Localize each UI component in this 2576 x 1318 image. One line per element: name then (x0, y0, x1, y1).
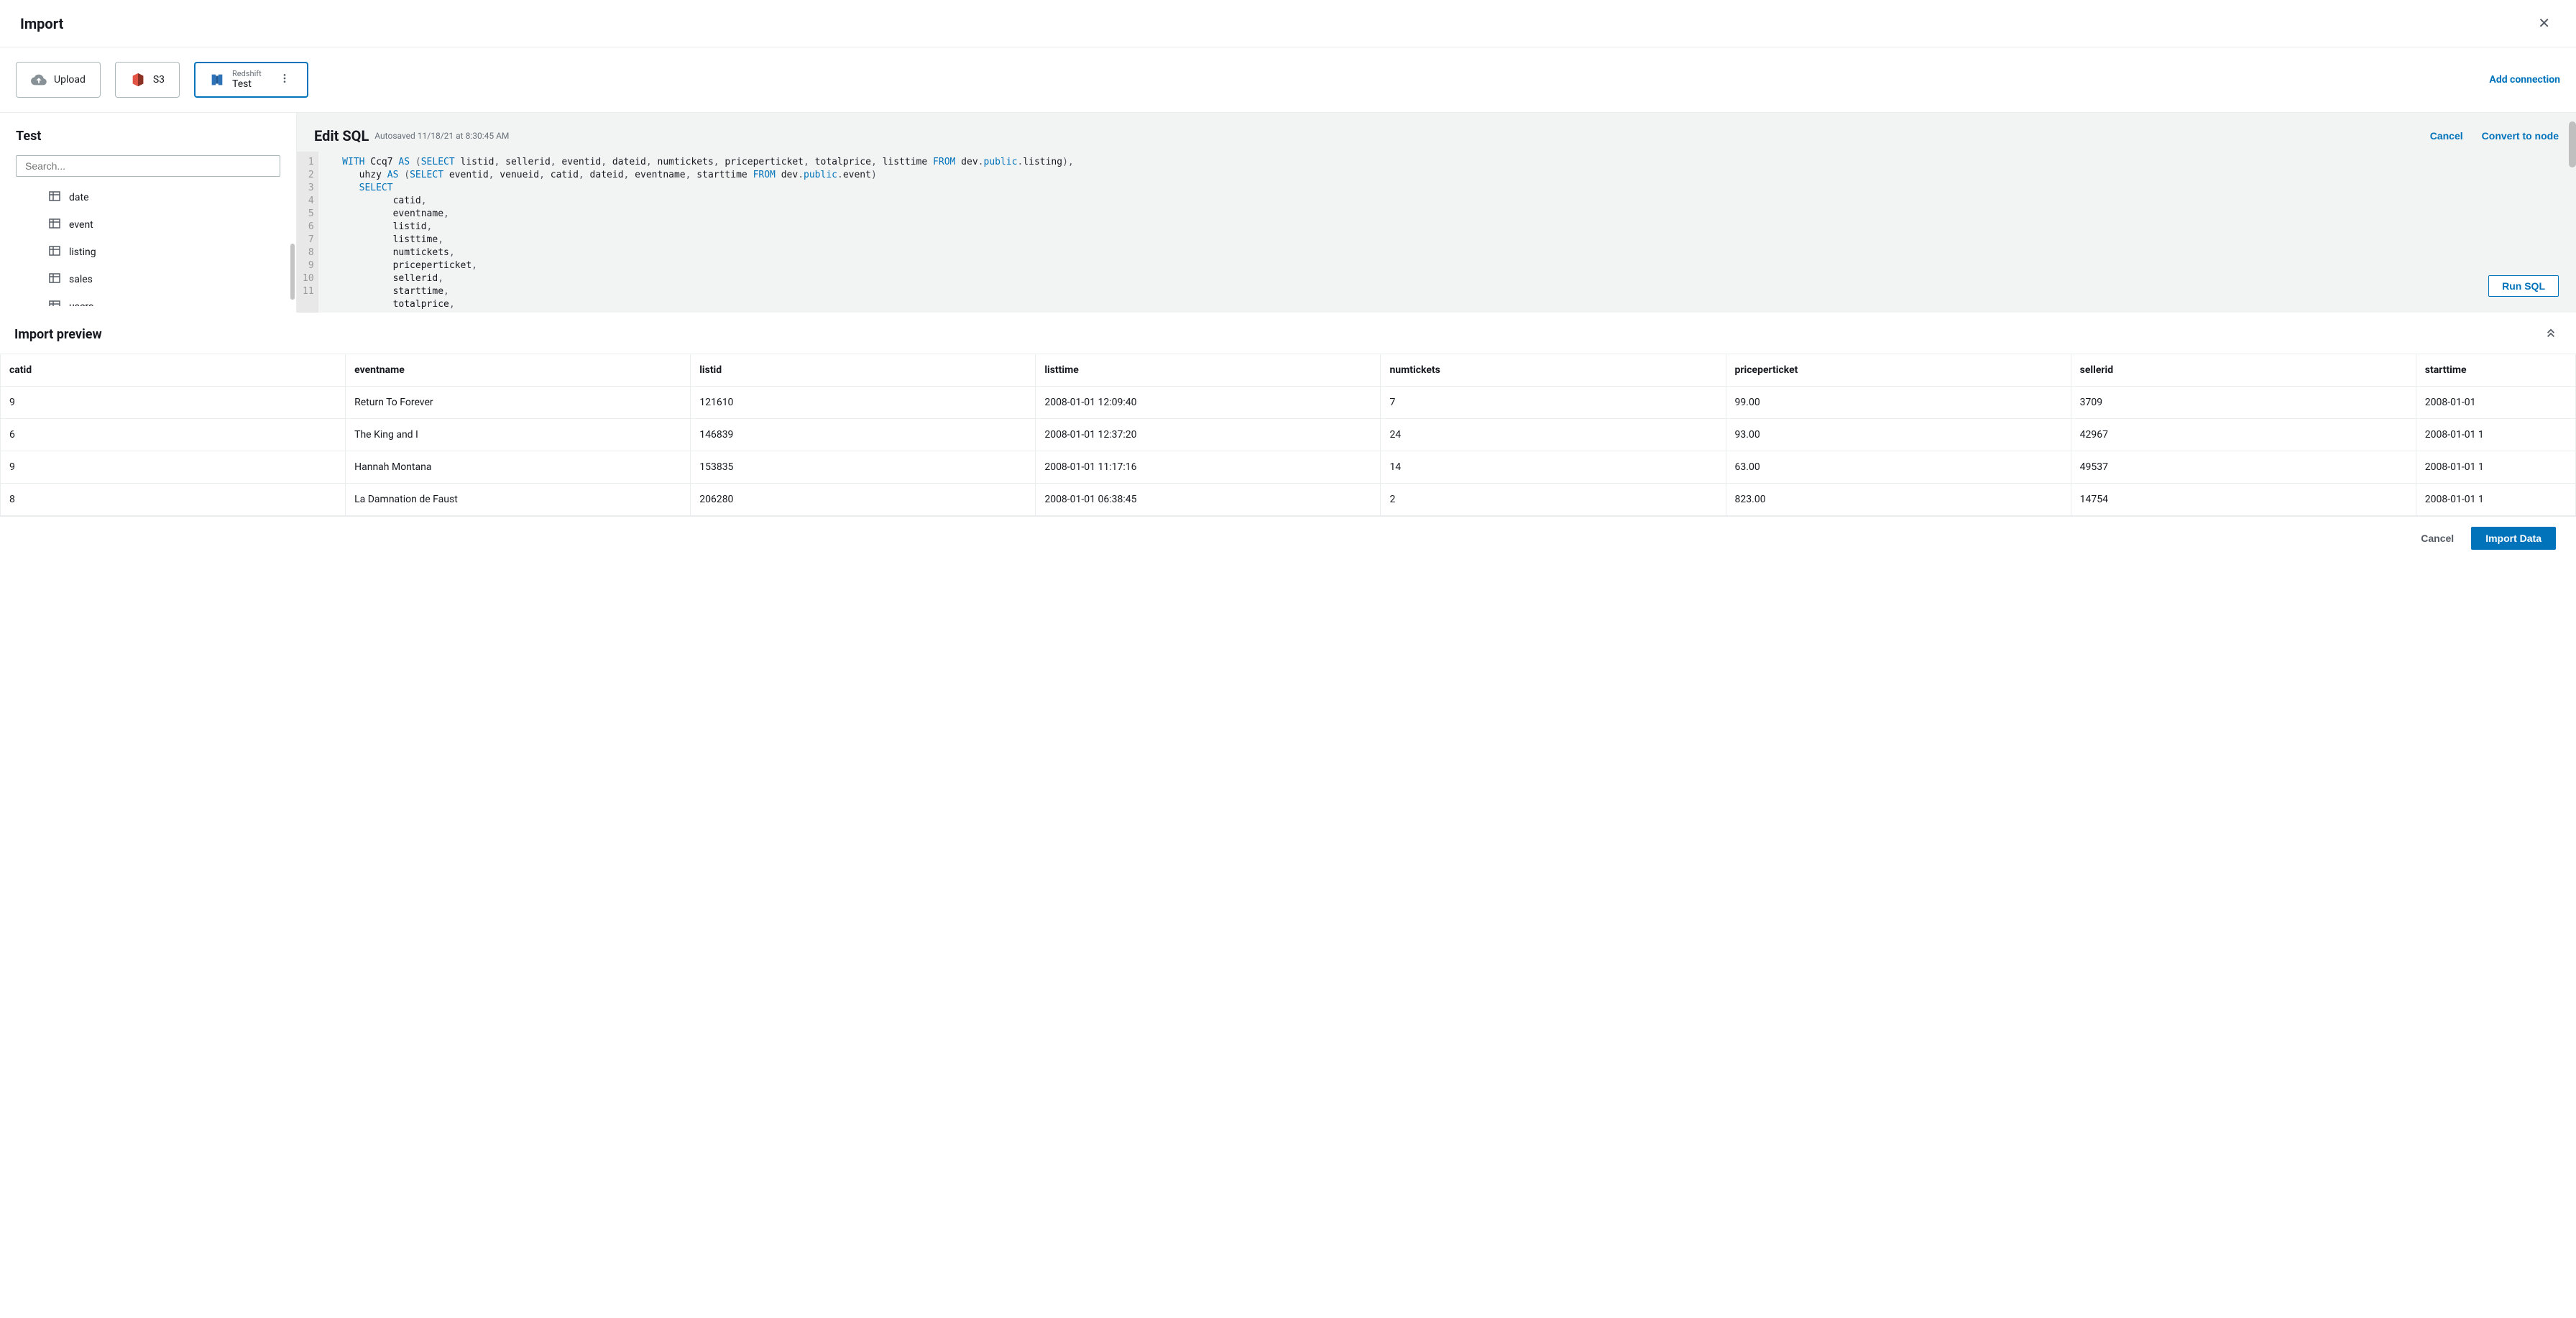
footer-cancel-button[interactable]: Cancel (2421, 533, 2454, 544)
table-item-date[interactable]: date (16, 184, 280, 211)
preview-title: Import preview (14, 327, 102, 342)
table-header-row: catid eventname listid listtime numticke… (1, 354, 2576, 387)
table-row[interactable]: 6The King and I1468392008-01-01 12:37:20… (1, 419, 2576, 451)
source-upload-label: Upload (54, 74, 86, 86)
col-header[interactable]: catid (1, 354, 346, 387)
source-s3[interactable]: S3 (115, 62, 180, 98)
table-icon (49, 191, 60, 204)
col-header[interactable]: eventname (346, 354, 691, 387)
table-item-label: event (69, 219, 93, 231)
table-list[interactable]: date event listing sales users (16, 184, 280, 306)
kebab-icon[interactable] (276, 70, 293, 90)
run-sql-button[interactable]: Run SQL (2488, 275, 2559, 297)
table-item-label: users (69, 301, 93, 306)
preview-table: catid eventname listid listtime numticke… (0, 354, 2576, 516)
col-header[interactable]: priceperticket (1726, 354, 2071, 387)
convert-to-node-button[interactable]: Convert to node (2482, 130, 2559, 142)
table-item-users[interactable]: users (16, 293, 280, 306)
modal-title: Import (20, 15, 63, 32)
import-data-button[interactable]: Import Data (2471, 527, 2556, 550)
editor-title: Edit SQL (314, 127, 369, 144)
close-button[interactable]: ✕ (2532, 11, 2556, 35)
table-icon (49, 300, 60, 306)
sql-code[interactable]: WITH Ccq7 AS (SELECT listid, sellerid, e… (318, 152, 2564, 313)
source-redshift-name: Test (232, 78, 262, 91)
search-input[interactable] (16, 155, 280, 177)
add-connection-link[interactable]: Add connection (2489, 74, 2560, 86)
sql-editor[interactable]: 1234567891011 WITH Ccq7 AS (SELECT listi… (297, 152, 2576, 313)
col-header[interactable]: listtime (1036, 354, 1381, 387)
chevron-double-up-icon (2546, 329, 2556, 341)
table-item-label: date (69, 192, 89, 203)
editor-cancel-button[interactable]: Cancel (2430, 130, 2463, 142)
table-item-label: listing (69, 246, 96, 258)
table-row[interactable]: 9Hannah Montana1538352008-01-01 11:17:16… (1, 451, 2576, 484)
collapse-preview-button[interactable] (2540, 326, 2562, 344)
table-icon (49, 218, 60, 231)
close-icon: ✕ (2538, 16, 2550, 32)
table-row[interactable]: 9Return To Forever1216102008-01-01 12:09… (1, 387, 2576, 419)
source-redshift[interactable]: Redshift Test (194, 62, 308, 98)
line-gutter: 1234567891011 (297, 152, 318, 313)
table-row[interactable]: 8La Damnation de Faust2062802008-01-01 0… (1, 484, 2576, 516)
col-header[interactable]: numtickets (1381, 354, 1726, 387)
table-item-event[interactable]: event (16, 211, 280, 239)
table-icon (49, 273, 60, 286)
col-header[interactable]: listid (691, 354, 1036, 387)
table-icon (49, 246, 60, 259)
schema-title: Test (16, 129, 280, 144)
table-item-label: sales (69, 274, 93, 285)
table-item-sales[interactable]: sales (16, 266, 280, 293)
redshift-icon (209, 72, 225, 88)
autosave-text: Autosaved 11/18/21 at 8:30:45 AM (374, 131, 509, 141)
source-redshift-label: Redshift (232, 69, 262, 78)
left-scrollbar[interactable] (290, 244, 295, 300)
upload-icon (31, 72, 47, 88)
col-header[interactable]: sellerid (2071, 354, 2416, 387)
right-scrollbar[interactable] (2569, 121, 2576, 167)
col-header[interactable]: starttime (2416, 354, 2575, 387)
table-item-listing[interactable]: listing (16, 239, 280, 266)
source-s3-label: S3 (153, 74, 165, 86)
s3-icon (130, 72, 146, 88)
source-upload[interactable]: Upload (16, 62, 101, 98)
